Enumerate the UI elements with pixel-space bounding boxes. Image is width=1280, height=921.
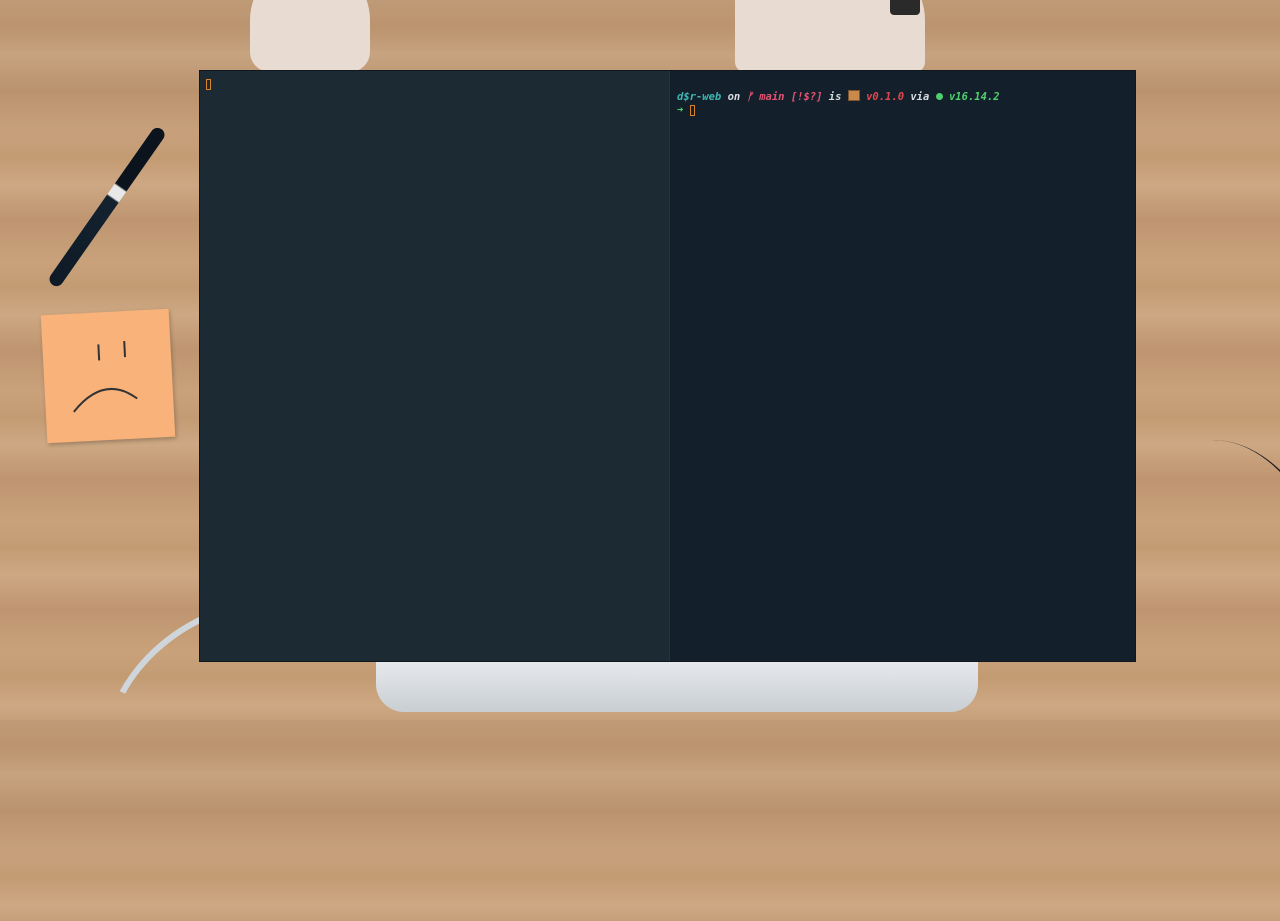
sad-face-sticky-note [40, 308, 176, 444]
watch [890, 0, 920, 15]
prompt-package-version: v0.1.0 [866, 91, 905, 103]
input-line[interactable]: ➜ [677, 104, 695, 116]
terminal-pane-left[interactable] [200, 71, 670, 661]
cursor [689, 104, 695, 116]
prompt-node-version: v16.14.2 [948, 91, 1000, 103]
pen [46, 125, 168, 289]
left-hand [250, 0, 370, 72]
nodejs-icon [935, 93, 943, 100]
prompt-is-word: is [828, 91, 842, 103]
prompt-on-word: on [727, 91, 741, 103]
terminal-pane-right[interactable]: d$r-web on ᚠ main [!$?] is v0.1.0 via v1… [670, 71, 1135, 661]
terminal-window[interactable]: d$r-web on ᚠ main [!$?] is v0.1.0 via v1… [200, 71, 1135, 661]
laptop [376, 662, 978, 712]
prompt-line: d$r-web on ᚠ main [!$?] is v0.1.0 via v1… [677, 90, 1000, 103]
cursor [206, 79, 211, 90]
git-branch-icon: ᚠ [746, 91, 753, 103]
prompt-branch: main [759, 91, 785, 103]
package-icon [847, 90, 860, 101]
prompt-directory: d$r-web [677, 91, 722, 103]
prompt-git-status: [!$?] [790, 91, 823, 103]
prompt-via-word: via [910, 91, 930, 103]
prompt-arrow-icon: ➜ [677, 104, 684, 116]
